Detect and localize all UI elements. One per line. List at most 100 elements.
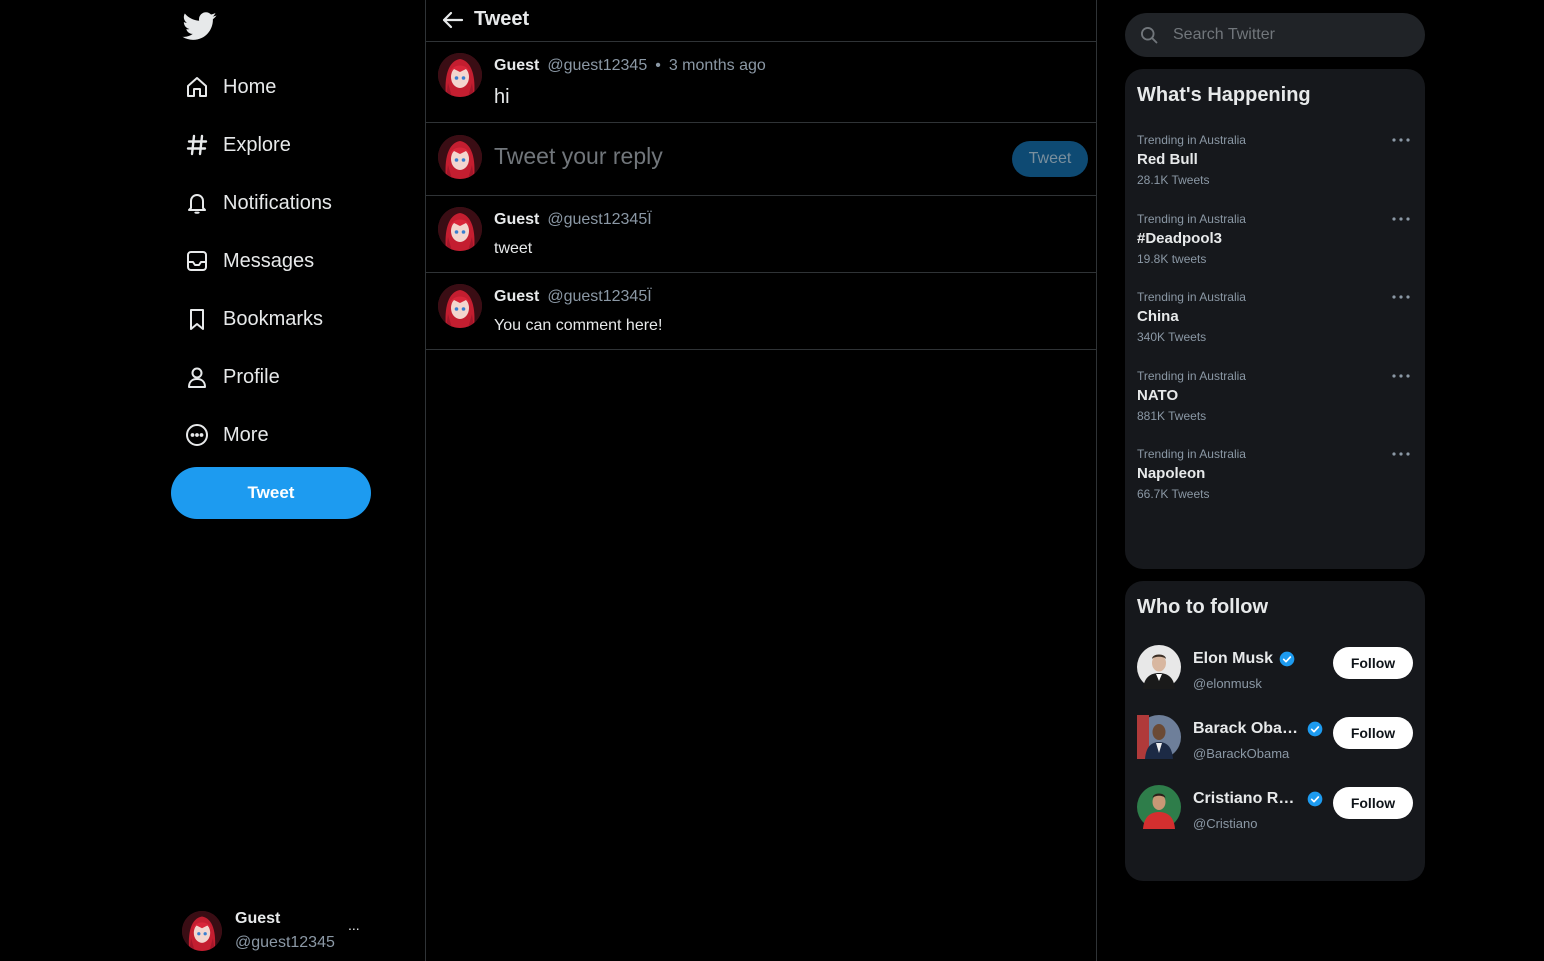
home-icon [184,74,210,100]
tweet-author-handle: @guest12345 [547,57,648,74]
inbox-icon [184,248,210,274]
avatar [438,135,482,179]
follow-button[interactable]: Follow [1333,647,1413,679]
reply-text: tweet [494,240,533,257]
avatar[interactable] [1137,645,1181,689]
reply-item[interactable]: Guest @guest12345Ï You can comment here! [426,273,1096,350]
follow-name: Cristiano Ronaldo [1193,790,1301,807]
user-icon [184,364,210,390]
nav-item-messages[interactable]: Messages [184,241,314,281]
search-input[interactable] [1173,13,1413,57]
search-icon [1141,27,1158,44]
account-handle: @guest12345 [235,934,335,951]
nav-label: Bookmarks [223,307,324,330]
avatar [182,911,222,951]
account-more-icon[interactable]: ... [348,917,360,933]
who-to-follow-title: Who to follow [1137,596,1269,618]
more-horizontal-icon[interactable] [1389,212,1413,226]
reply-author-name[interactable]: Guest [494,288,539,306]
follow-suggestion[interactable]: Barack Obama @BarackObama Follow [1137,715,1413,765]
nav-label: Explore [223,133,291,156]
main-column: Tweet Guest @guest12345 • 3 months ago h… [425,0,1097,961]
trend-count: 28.1K Tweets [1137,173,1210,187]
trend-context: Trending in Australia [1137,447,1246,461]
trend-context: Trending in Australia [1137,133,1246,147]
nav-item-home[interactable]: Home [184,67,276,107]
trend-item[interactable]: Trending in Australia Red Bull 28.1K Twe… [1137,133,1413,195]
trend-name: Red Bull [1137,151,1198,168]
avatar[interactable] [438,284,482,328]
trend-context: Trending in Australia [1137,212,1246,226]
more-horizontal-icon[interactable] [1389,290,1413,304]
trend-count: 19.8K tweets [1137,252,1207,266]
trend-context: Trending in Australia [1137,290,1246,304]
tweet-meta: Guest @guest12345 • 3 months ago [494,57,766,75]
right-sidebar: What's Happening Trending in Australia R… [1097,0,1544,961]
tweet-text: hi [494,86,510,108]
account-name: Guest [235,910,281,927]
more-circle-icon [184,422,210,448]
trend-name: #Deadpool3 [1137,230,1223,247]
account-switcher[interactable]: Guest @guest12345 ... [182,909,382,953]
who-to-follow-panel: Who to follow Elon Musk @elonmusk Follow [1125,581,1425,881]
nav-item-explore[interactable]: Explore [184,125,291,165]
bell-icon [184,190,210,216]
meta-separator: • [655,57,661,74]
bookmark-icon [184,306,210,332]
reply-author-handle: @guest12345Ï [547,288,652,305]
follow-suggestion[interactable]: Elon Musk @elonmusk Follow [1137,645,1413,695]
nav-item-profile[interactable]: Profile [184,357,280,397]
verified-badge-icon [1307,721,1323,737]
follow-name-wrap: Cristiano Ronaldo [1193,790,1323,808]
follow-name: Barack Obama [1193,720,1301,737]
tweet-detail[interactable]: Guest @guest12345 • 3 months ago hi [426,42,1096,123]
trend-item[interactable]: Trending in Australia China 340K Tweets [1137,290,1413,352]
twitter-bird-icon[interactable] [182,9,218,43]
more-horizontal-icon[interactable] [1389,133,1413,147]
reply-author-handle: @guest12345Ï [547,211,652,228]
verified-badge-icon [1307,791,1323,807]
tweet-author-name[interactable]: Guest [494,57,539,75]
tweet-timestamp: 3 months ago [668,57,766,74]
nav-item-more[interactable]: More [184,415,269,455]
follow-handle: @Cristiano [1193,816,1258,831]
reply-input[interactable] [494,143,994,170]
search-box[interactable] [1125,13,1425,57]
more-horizontal-icon[interactable] [1389,369,1413,383]
follow-handle: @elonmusk [1193,676,1262,691]
trend-item[interactable]: Trending in Australia #Deadpool3 19.8K t… [1137,212,1413,274]
trend-count: 881K Tweets [1137,409,1207,423]
avatar[interactable] [1137,715,1181,759]
reply-tweet-button[interactable]: Tweet [1012,141,1088,177]
reply-author-name[interactable]: Guest [494,211,539,229]
trend-name: Napoleon [1137,465,1206,482]
trends-panel: What's Happening Trending in Australia R… [1125,69,1425,569]
follow-suggestion[interactable]: Cristiano Ronaldo @Cristiano Follow [1137,785,1413,835]
follow-name-wrap: Elon Musk [1193,650,1295,668]
nav-label: Home [223,75,277,98]
tweet-button[interactable]: Tweet [171,467,371,519]
follow-button[interactable]: Follow [1333,717,1413,749]
trend-item[interactable]: Trending in Australia NATO 881K Tweets [1137,369,1413,431]
arrow-left-icon[interactable] [440,8,466,32]
follow-button[interactable]: Follow [1333,787,1413,819]
reply-text: You can comment here! [494,317,663,334]
page-title: Tweet [474,8,530,30]
more-horizontal-icon[interactable] [1389,447,1413,461]
nav-label: Messages [223,249,315,272]
nav-item-notifications[interactable]: Notifications [184,183,332,223]
reply-meta: Guest @guest12345Ï [494,288,652,306]
avatar[interactable] [1137,785,1181,829]
trends-title: What's Happening [1137,84,1311,106]
trend-item[interactable]: Trending in Australia Napoleon 66.7K Twe… [1137,447,1413,509]
reply-meta: Guest @guest12345Ï [494,211,652,229]
follow-name-wrap: Barack Obama [1193,720,1323,738]
follow-name: Elon Musk [1193,650,1274,667]
trend-count: 340K Tweets [1137,330,1207,344]
trend-count: 66.7K Tweets [1137,487,1210,501]
avatar[interactable] [438,207,482,251]
reply-item[interactable]: Guest @guest12345Ï tweet [426,196,1096,273]
hashtag-icon [184,132,210,158]
avatar[interactable] [438,53,482,97]
nav-item-bookmarks[interactable]: Bookmarks [184,299,323,339]
